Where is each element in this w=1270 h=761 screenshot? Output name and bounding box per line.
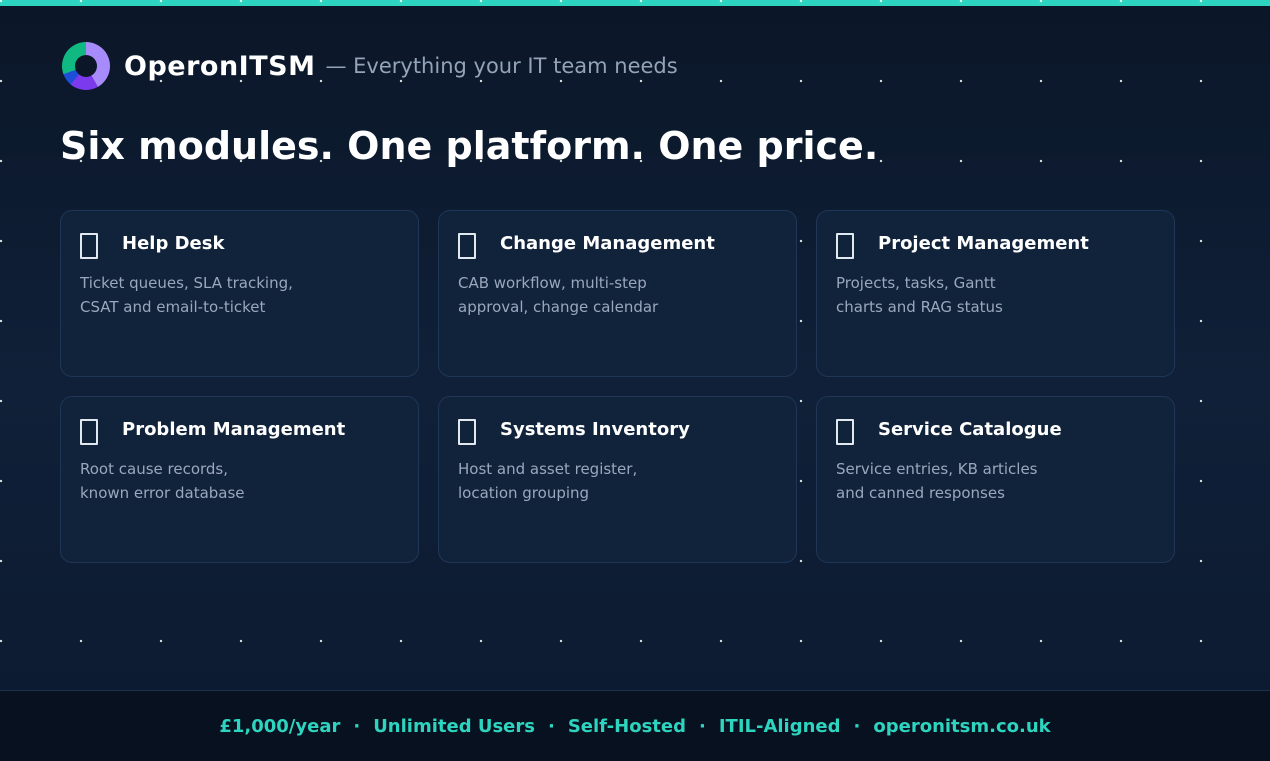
module-description-line: known error database (80, 484, 245, 502)
brand-name: OperonITSM (124, 50, 316, 82)
module-description-line: Projects, tasks, Gantt (836, 274, 996, 292)
module-description-line: Host and asset register, (458, 460, 638, 478)
module-card-systems-inventory: Systems Inventory Host and asset registe… (438, 396, 797, 563)
module-title: Change Management (500, 233, 715, 254)
module-description: Projects, tasks, Gantt charts and RAG st… (836, 271, 1076, 319)
module-title: Project Management (878, 233, 1089, 254)
module-card-project-management: Project Management Projects, tasks, Gant… (816, 210, 1175, 377)
module-title: Problem Management (122, 419, 346, 440)
footer-website-link[interactable]: operonitsm.co.uk (873, 716, 1050, 737)
footer-separator: · (699, 715, 706, 737)
footer-separator: · (353, 715, 361, 737)
module-card-service-catalogue: Service Catalogue Service entries, KB ar… (816, 396, 1175, 563)
module-card-help-desk: Help Desk Ticket queues, SLA tracking, C… (60, 210, 419, 377)
help-desk-icon (80, 233, 98, 259)
module-description-line: CSAT and email-to-ticket (80, 298, 266, 316)
module-description: Ticket queues, SLA tracking, CSAT and em… (80, 271, 320, 319)
module-title: Systems Inventory (500, 419, 690, 440)
systems-inventory-icon (458, 419, 476, 445)
header: OperonITSM — Everything your IT team nee… (62, 42, 678, 90)
footer-hosting: Self-Hosted (567, 715, 686, 737)
module-description: Host and asset register, location groupi… (458, 457, 698, 505)
module-description-line: charts and RAG status (836, 298, 1003, 316)
footer-separator: · (547, 715, 555, 737)
module-description: Root cause records, known error database (80, 457, 320, 505)
module-description-line: Ticket queues, SLA tracking, (80, 274, 293, 292)
footer-itil: ITIL-Aligned (718, 715, 841, 737)
module-description: Service entries, KB articles and canned … (836, 457, 1076, 505)
footer-bar: £1,000/year · Unlimited Users · Self-Hos… (0, 690, 1270, 761)
footer-users: Unlimited Users (373, 715, 535, 737)
footer-separator: · (853, 715, 861, 737)
problem-management-icon (80, 419, 98, 445)
operon-logo-icon (62, 42, 110, 90)
page-headline: Six modules. One platform. One price. (60, 124, 879, 168)
footer-price: £1,000/year (219, 715, 341, 737)
module-description: CAB workflow, multi-step approval, chang… (458, 271, 698, 319)
tagline: — Everything your IT team needs (325, 54, 678, 78)
module-description-line: and canned responses (836, 484, 1005, 502)
module-description-line: CAB workflow, multi-step (458, 274, 647, 292)
module-title: Service Catalogue (878, 419, 1062, 440)
change-management-icon (458, 233, 476, 259)
module-description-line: Root cause records, (80, 460, 229, 478)
module-description-line: location grouping (458, 484, 590, 502)
module-description-line: approval, change calendar (458, 298, 659, 316)
service-catalogue-icon (836, 419, 854, 445)
module-title: Help Desk (122, 233, 225, 254)
module-card-problem-management: Problem Management Root cause records, k… (60, 396, 419, 563)
project-management-icon (836, 233, 854, 259)
module-description-line: Service entries, KB articles (836, 460, 1038, 478)
module-card-change-management: Change Management CAB workflow, multi-st… (438, 210, 797, 377)
